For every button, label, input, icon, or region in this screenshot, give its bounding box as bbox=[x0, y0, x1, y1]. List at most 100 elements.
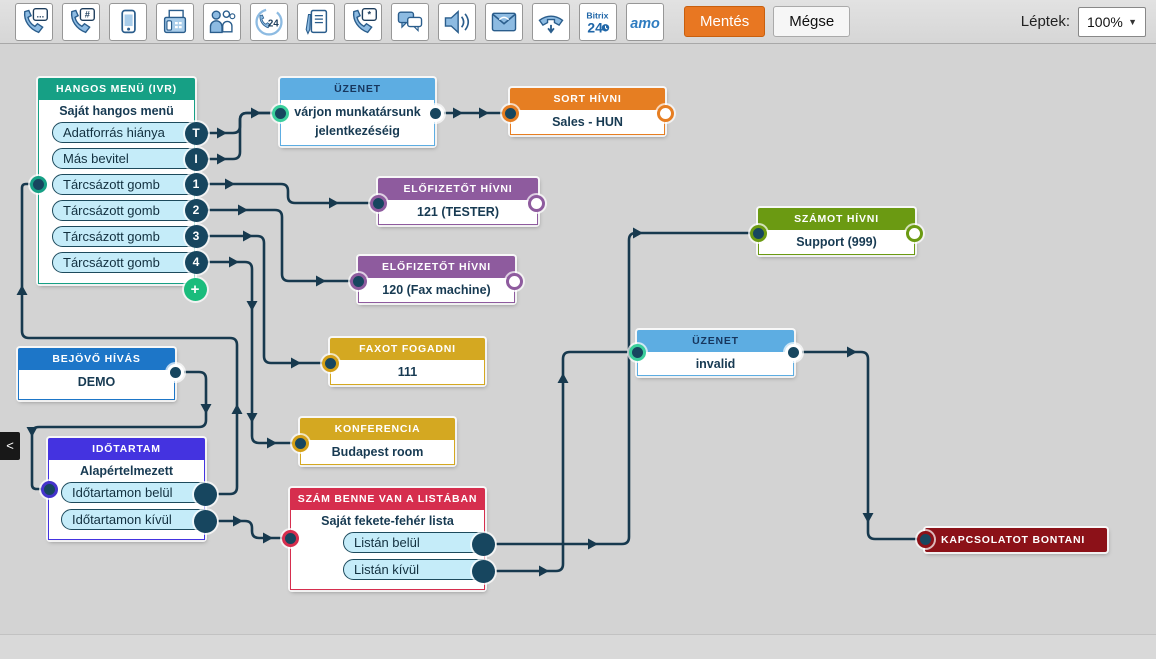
block-header: ELŐFIZETŐT HÍVNI bbox=[378, 178, 538, 200]
connector-port-4[interactable]: 4 bbox=[185, 251, 208, 274]
add-option-button[interactable]: + bbox=[184, 278, 207, 301]
block-konferencia[interactable]: KONFERENCIABudapest room bbox=[300, 418, 455, 465]
edge-arrowhead bbox=[558, 373, 569, 383]
edge-arrowhead bbox=[27, 427, 38, 437]
pill-option[interactable]: Időtartamon belül bbox=[61, 482, 212, 503]
block-sort[interactable]: SORT HÍVNISales - HUN bbox=[510, 88, 665, 135]
block-szam_lista[interactable]: SZÁM BENNE VAN A LISTÁBANSaját fekete-fe… bbox=[290, 488, 485, 590]
hangup-icon[interactable] bbox=[532, 3, 570, 41]
connector-port[interactable] bbox=[370, 195, 387, 212]
edge-arrowhead bbox=[329, 198, 339, 209]
edge-arrowhead bbox=[17, 285, 28, 295]
save-button[interactable]: Mentés bbox=[684, 6, 765, 37]
connector-port[interactable] bbox=[282, 530, 299, 547]
block-ivr[interactable]: HANGOS MENÜ (IVR)Saját hangos menüAdatfo… bbox=[38, 78, 195, 284]
connector-port[interactable] bbox=[906, 225, 923, 242]
block-header: KONFERENCIA bbox=[300, 418, 455, 440]
block-idotartam[interactable]: IDŐTARTAMAlapértelmezettIdőtartamon belü… bbox=[48, 438, 205, 540]
block-uzenet2[interactable]: ÜZENETinvalid bbox=[637, 330, 794, 376]
voicemail-icon[interactable] bbox=[485, 3, 523, 41]
block-header: ÜZENET bbox=[280, 78, 435, 100]
connector-port[interactable] bbox=[194, 483, 217, 506]
edge-arrowhead bbox=[539, 566, 549, 577]
cancel-button[interactable]: Mégse bbox=[773, 6, 850, 37]
block-header: FAXOT FOGADNI bbox=[330, 338, 485, 360]
block-bejovo[interactable]: BEJÖVŐ HÍVÁSDEMO bbox=[18, 348, 175, 400]
block-body: Sales - HUN bbox=[510, 110, 665, 135]
block-header: IDŐTARTAM bbox=[48, 438, 205, 460]
block-faxot[interactable]: FAXOT FOGADNI111 bbox=[330, 338, 485, 385]
pill-option[interactable]: Tárcsázott gomb bbox=[52, 226, 205, 247]
connector-port[interactable] bbox=[292, 435, 309, 452]
edge-key3-to-faxot bbox=[208, 236, 322, 363]
pill-option[interactable]: Tárcsázott gomb bbox=[52, 200, 205, 221]
block-elof120[interactable]: ELŐFIZETŐT HÍVNI120 (Fax machine) bbox=[358, 256, 515, 303]
block-szamot[interactable]: SZÁMOT HÍVNISupport (999) bbox=[758, 208, 915, 255]
block-elof121[interactable]: ELŐFIZETŐT HÍVNI121 (TESTER) bbox=[378, 178, 538, 225]
block-text: invalid bbox=[638, 352, 793, 376]
block-uzenet1[interactable]: ÜZENET várjon munkatársunkjelentkezéséig bbox=[280, 78, 435, 146]
phone-dtmf-icon[interactable]: # bbox=[62, 3, 100, 41]
connector-port[interactable] bbox=[657, 105, 674, 122]
block-text: jelentkezéséig bbox=[281, 122, 434, 141]
pill-option[interactable]: Tárcsázott gomb bbox=[52, 252, 205, 273]
connector-port-T[interactable]: T bbox=[185, 122, 208, 145]
pill-option[interactable]: Más bevitel bbox=[52, 148, 205, 169]
fax-machine-icon[interactable] bbox=[156, 3, 194, 41]
connector-port[interactable] bbox=[472, 560, 495, 583]
connector-port-I[interactable]: I bbox=[185, 148, 208, 171]
phone-message-icon[interactable]: ... bbox=[15, 3, 53, 41]
connector-port[interactable] bbox=[502, 105, 519, 122]
pill-option[interactable]: Adatforrás hiánya bbox=[52, 122, 205, 143]
connector-port[interactable] bbox=[41, 481, 58, 498]
connector-port[interactable] bbox=[629, 344, 646, 361]
block-kapcsolat[interactable]: KAPCSOLATOT BONTANI bbox=[925, 528, 1107, 552]
pill-option[interactable]: Listán kívül bbox=[343, 559, 492, 580]
connector-port[interactable] bbox=[917, 531, 934, 548]
edge-arrowhead bbox=[479, 108, 489, 119]
edge-key2-to-elof120 bbox=[208, 210, 352, 281]
connector-port[interactable] bbox=[272, 105, 289, 122]
connector-port[interactable] bbox=[427, 105, 444, 122]
svg-text:...: ... bbox=[36, 9, 44, 19]
connector-port[interactable] bbox=[472, 533, 495, 556]
connector-port[interactable] bbox=[167, 364, 184, 381]
block-subtitle: Saját hangos menü bbox=[39, 100, 194, 122]
edge-arrowhead bbox=[453, 108, 463, 119]
connector-port[interactable] bbox=[30, 176, 47, 193]
block-text: Budapest room bbox=[301, 440, 454, 464]
call-script-icon[interactable] bbox=[297, 3, 335, 41]
chat-messages-icon[interactable] bbox=[391, 3, 429, 41]
flow-canvas[interactable]: HANGOS MENÜ (IVR)Saját hangos menüAdatfo… bbox=[0, 44, 1156, 659]
phone-24h-icon[interactable]: 24 bbox=[250, 3, 288, 41]
amocrm-icon[interactable]: amo bbox=[626, 3, 664, 41]
pill-option[interactable]: Időtartamon kívül bbox=[61, 509, 212, 530]
phone-extension-icon[interactable]: * bbox=[344, 3, 382, 41]
connector-port[interactable] bbox=[785, 344, 802, 361]
edge-arrowhead bbox=[863, 513, 874, 523]
edge-arrowhead bbox=[633, 228, 643, 239]
announcement-icon[interactable] bbox=[438, 3, 476, 41]
pill-option[interactable]: Tárcsázott gomb bbox=[52, 174, 205, 195]
connector-port[interactable] bbox=[194, 510, 217, 533]
mobile-app-icon[interactable] bbox=[109, 3, 147, 41]
connector-port[interactable] bbox=[528, 195, 545, 212]
connector-port-3[interactable]: 3 bbox=[185, 225, 208, 248]
bitrix24-icon[interactable]: Bitrix24 bbox=[579, 3, 617, 41]
svg-text:amo: amo bbox=[630, 15, 660, 31]
connector-port[interactable] bbox=[750, 225, 767, 242]
sidebar-collapse-button[interactable]: < bbox=[0, 432, 20, 460]
edge-arrowhead bbox=[201, 404, 212, 414]
connector-port-1[interactable]: 1 bbox=[185, 173, 208, 196]
connector-port-2[interactable]: 2 bbox=[185, 199, 208, 222]
pill-option[interactable]: Listán belül bbox=[343, 532, 492, 553]
connector-port[interactable] bbox=[322, 355, 339, 372]
queue-group-icon[interactable] bbox=[203, 3, 241, 41]
connector-port[interactable] bbox=[350, 273, 367, 290]
edge-arrowhead bbox=[233, 516, 243, 527]
zoom-select[interactable]: 100% ▼ bbox=[1078, 7, 1146, 37]
block-header: HANGOS MENÜ (IVR) bbox=[38, 78, 195, 100]
block-text: várjon munkatársunk bbox=[281, 103, 434, 122]
connector-port[interactable] bbox=[506, 273, 523, 290]
edge-arrowhead bbox=[291, 358, 301, 369]
